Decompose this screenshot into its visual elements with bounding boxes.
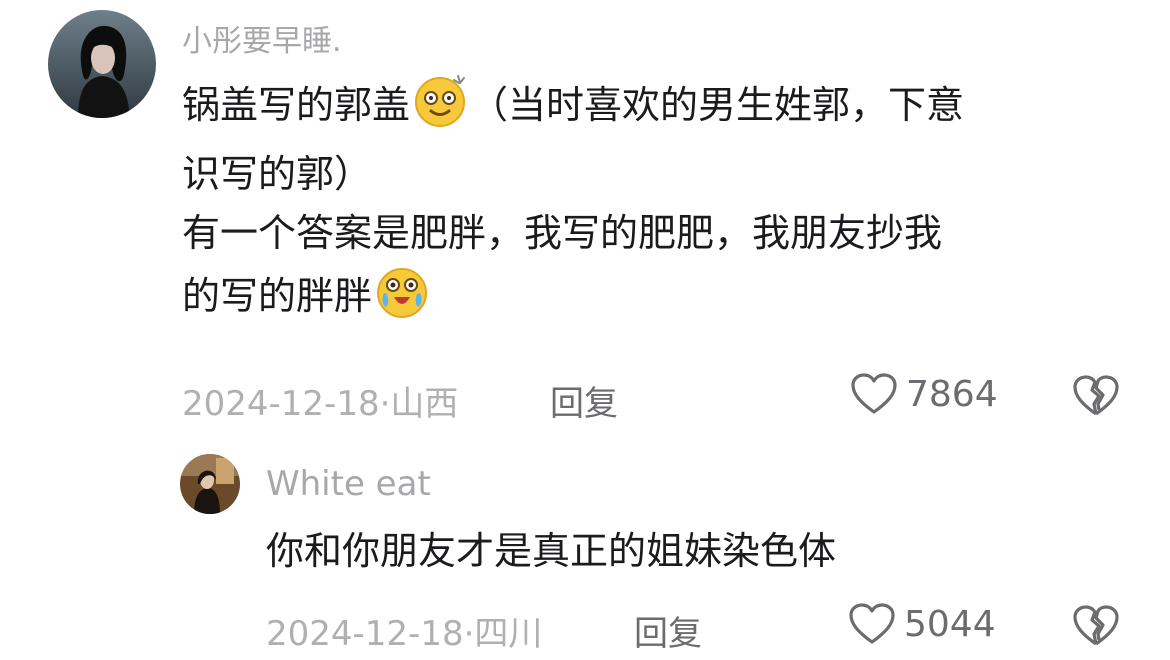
comment-location: 山西	[390, 384, 459, 424]
reply-reply-button[interactable]: 回复	[634, 606, 702, 655]
comment-text-segment: （当时喜欢的男生姓郭，下意	[470, 83, 965, 127]
heart-icon	[851, 373, 897, 414]
dizzy-smile-emoji-icon	[412, 72, 468, 145]
meta-separator: ·	[379, 384, 391, 424]
broken-heart-icon	[1073, 375, 1119, 416]
comment-text-line-4: 的写的胖胖	[182, 263, 1132, 336]
avatar-image	[48, 10, 156, 118]
avatar-image	[180, 454, 240, 514]
reply-text: 你和你朋友才是真正的姐妹染色体	[266, 529, 837, 573]
replier-avatar[interactable]	[180, 454, 240, 514]
reply-item: White eat 你和你朋友才是真正的姐妹染色体 2024-12-18·四川 …	[0, 440, 1170, 660]
reply-like-button[interactable]: 5044	[848, 602, 996, 646]
comment-text-line-3: 有一个答案是肥胖，我写的肥肥，我朋友抄我	[182, 210, 943, 255]
comment-text: 锅盖写的郭盖 （当时喜欢的男生姓郭，下意 识写的郭） 有一个答案是肥胖，我写的肥…	[182, 72, 1132, 336]
comment-text-segment: 锅盖写的郭盖	[182, 83, 411, 127]
reply-dislike-button[interactable]	[1072, 604, 1120, 652]
replier-username[interactable]: White eat	[266, 464, 431, 504]
reply-like-count: 5044	[904, 603, 996, 645]
commenter-avatar[interactable]	[48, 10, 156, 118]
comment-text-line-1: 锅盖写的郭盖 （当时喜欢的男生姓郭，下意	[182, 72, 1132, 145]
broken-heart-icon	[1073, 605, 1119, 646]
heart-icon	[849, 603, 895, 644]
comment-text-segment: 的写的胖胖	[182, 273, 373, 318]
comment-item: 小彤要早睡. 锅盖写的郭盖 （当时喜欢的男生姓郭，下意 识写的郭） 有一个答案是…	[0, 0, 1170, 440]
comment-text-line-2: 识写的郭）	[182, 151, 373, 196]
like-button[interactable]: 7864	[850, 372, 998, 416]
reply-button[interactable]: 回复	[550, 376, 618, 425]
comment-meta: 2024-12-18·山西	[182, 376, 458, 425]
laugh-cry-emoji-icon	[374, 263, 430, 336]
meta-separator: ·	[463, 614, 475, 654]
reply-location: 四川	[474, 614, 543, 654]
comment-date: 2024-12-18	[182, 384, 380, 424]
reply-meta: 2024-12-18·四川	[266, 606, 542, 655]
commenter-username[interactable]: 小彤要早睡.	[182, 16, 342, 60]
reply-date: 2024-12-18	[266, 614, 464, 654]
like-count: 7864	[906, 373, 998, 415]
dislike-button[interactable]	[1072, 374, 1120, 422]
